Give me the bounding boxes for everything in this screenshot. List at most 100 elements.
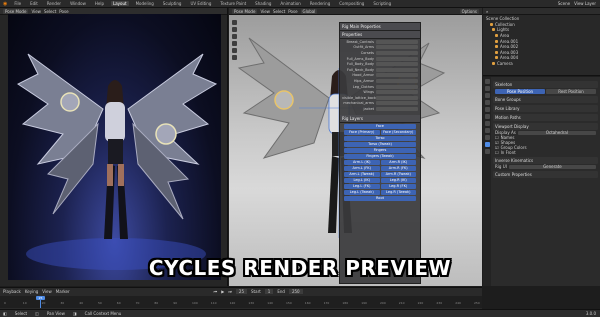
layer-face-button[interactable]: Face bbox=[344, 123, 416, 129]
prop-row[interactable]: Corsets bbox=[340, 50, 420, 56]
layer-leg-l-tweak-button[interactable]: Leg.L (Tweak) bbox=[344, 189, 380, 195]
section-custom-properties[interactable]: Custom Properties bbox=[493, 171, 598, 178]
layer-root-button[interactable]: Root bbox=[344, 195, 416, 201]
in-front-row[interactable]: ☐ In Front bbox=[493, 150, 598, 155]
scene-selector[interactable]: Scene bbox=[558, 1, 570, 6]
menu-file[interactable]: File bbox=[12, 1, 23, 6]
layer-leg-l-ik-button[interactable]: Leg.L (IK) bbox=[344, 177, 380, 183]
layer-leg-l-fk-button[interactable]: Leg.L (FK) bbox=[344, 183, 380, 189]
layer-face-secondary-button[interactable]: Face (Secondary) bbox=[380, 129, 416, 135]
start-frame-field[interactable]: 1 bbox=[264, 289, 274, 294]
prop-field[interactable] bbox=[376, 45, 418, 50]
bone-tab-icon[interactable] bbox=[484, 149, 490, 154]
layer-fingers-button[interactable]: Fingers bbox=[344, 147, 416, 153]
prop-field[interactable] bbox=[376, 101, 418, 106]
prop-row[interactable]: visible_lattice_back bbox=[340, 95, 420, 101]
rest-position-button[interactable]: Rest Position bbox=[546, 89, 596, 94]
world-tab-icon[interactable] bbox=[484, 114, 490, 119]
workspace-tab-uv[interactable]: UV Editing bbox=[188, 1, 213, 6]
armature-data-tab-icon[interactable] bbox=[484, 142, 490, 147]
layer-arm-l-fk-button[interactable]: Arm.L (FK) bbox=[344, 165, 380, 171]
prop-row[interactable]: Breast_Controls bbox=[340, 39, 420, 45]
outliner-item[interactable]: Camera bbox=[486, 61, 597, 67]
current-frame-field[interactable]: 25 bbox=[235, 289, 248, 294]
playhead-frame-label[interactable]: 25 bbox=[36, 296, 45, 300]
tool-tab-icon[interactable] bbox=[484, 79, 490, 84]
prop-field[interactable] bbox=[376, 62, 418, 67]
menu-edit[interactable]: Edit bbox=[28, 1, 40, 6]
left-menu-pose[interactable]: Pose bbox=[59, 9, 68, 14]
workspace-tab-animation[interactable]: Animation bbox=[278, 1, 302, 6]
scene-tab-icon[interactable] bbox=[484, 107, 490, 112]
rig-layers-header[interactable]: Rig Layers bbox=[340, 114, 420, 123]
layer-torso-tweak-button[interactable]: Torso (Tweak) bbox=[344, 141, 416, 147]
prop-field[interactable] bbox=[376, 106, 418, 111]
menu-window[interactable]: Window bbox=[68, 1, 88, 6]
layer-arm-r-fk-button[interactable]: Arm.R (FK) bbox=[380, 165, 416, 171]
timeline-menu-marker[interactable]: Marker bbox=[56, 289, 70, 294]
section-pose-library[interactable]: Pose Library bbox=[493, 105, 598, 112]
layer-arm-l-tweak-button[interactable]: Arm.L (Tweak) bbox=[344, 171, 380, 177]
workspace-tab-shading[interactable]: Shading bbox=[253, 1, 273, 6]
workspace-tab-sculpting[interactable]: Sculpting bbox=[161, 1, 184, 6]
display-as-dropdown[interactable]: Octahedral bbox=[517, 130, 596, 135]
layer-arm-l-ik-button[interactable]: Arm.L (IK) bbox=[344, 159, 380, 165]
layer-leg-r-ik-button[interactable]: Leg.R (IK) bbox=[380, 177, 416, 183]
constraint-tab-icon[interactable] bbox=[484, 135, 490, 140]
section-inverse-kinematics[interactable]: Inverse Kinematics bbox=[493, 157, 598, 164]
layer-arm-r-tweak-button[interactable]: Arm.R (Tweak) bbox=[380, 171, 416, 177]
timeline-menu-view[interactable]: View bbox=[42, 289, 52, 294]
prop-field[interactable] bbox=[376, 39, 418, 44]
layer-torso-button[interactable]: Torso bbox=[344, 135, 416, 141]
outliner-search-icon[interactable]: ⌕ bbox=[486, 9, 488, 14]
timeline-ruler[interactable]: 0 10 20 30 40 50 60 70 80 90 100 110 120 130 140 150 160… bbox=[0, 296, 482, 308]
rig-ui-field[interactable]: Generate bbox=[508, 164, 596, 169]
output-tab-icon[interactable] bbox=[484, 93, 490, 98]
section-bone-groups[interactable]: Bone Groups bbox=[493, 96, 598, 103]
view-layer-tab-icon[interactable] bbox=[484, 100, 490, 105]
prop-field[interactable] bbox=[376, 78, 418, 83]
prop-row[interactable]: Full_Arms_Body bbox=[340, 56, 420, 62]
prop-row[interactable]: jacket bbox=[340, 106, 420, 112]
timeline-menu-keying[interactable]: Keying bbox=[25, 289, 38, 294]
layer-leg-r-tweak-button[interactable]: Leg.R (Tweak) bbox=[380, 189, 416, 195]
left-mode-dropdown[interactable]: Pose Mode bbox=[3, 8, 29, 14]
in-front-checkbox-icon[interactable]: ☐ bbox=[495, 150, 499, 155]
prop-row[interactable]: Full_Neck_Body bbox=[340, 67, 420, 73]
properties-subheader[interactable]: Properties bbox=[340, 31, 420, 39]
object-tab-icon[interactable] bbox=[484, 121, 490, 126]
jump-end-icon[interactable]: ⏭ bbox=[228, 289, 232, 294]
prop-field[interactable] bbox=[376, 73, 418, 78]
timeline-menu-playback[interactable]: Playback bbox=[3, 289, 21, 294]
prop-row[interactable]: Leg_Clothes bbox=[340, 84, 420, 90]
menu-help[interactable]: Help bbox=[93, 1, 106, 6]
left-menu-select[interactable]: Select bbox=[44, 9, 56, 14]
section-skeleton[interactable]: Skeleton bbox=[493, 81, 598, 88]
workspace-tab-rendering[interactable]: Rendering bbox=[308, 1, 332, 6]
play-icon[interactable]: ▶ bbox=[221, 289, 224, 294]
workspace-tab-scripting[interactable]: Scripting bbox=[371, 1, 393, 6]
layer-face-primary-button[interactable]: Face (Primary) bbox=[344, 129, 380, 135]
prop-field[interactable] bbox=[376, 95, 418, 100]
section-viewport-display[interactable]: Viewport Display bbox=[493, 123, 598, 130]
render-tab-icon[interactable] bbox=[484, 86, 490, 91]
modifier-tab-icon[interactable] bbox=[484, 128, 490, 133]
layer-leg-r-fk-button[interactable]: Leg.R (FK) bbox=[380, 183, 416, 189]
section-motion-paths[interactable]: Motion Paths bbox=[493, 114, 598, 121]
prop-field[interactable] bbox=[376, 56, 418, 61]
workspace-tab-modeling[interactable]: Modeling bbox=[134, 1, 156, 6]
workspace-tab-layout[interactable]: Layout bbox=[110, 1, 129, 6]
prop-field[interactable] bbox=[376, 84, 418, 89]
menu-render[interactable]: Render bbox=[45, 1, 63, 6]
rig-main-properties-header[interactable]: Rig Main Properties bbox=[340, 23, 420, 31]
workspace-tab-texture[interactable]: Texture Paint bbox=[218, 1, 248, 6]
end-frame-field[interactable]: 250 bbox=[288, 289, 303, 294]
layer-arm-r-ik-button[interactable]: Arm.R (IK) bbox=[380, 159, 416, 165]
prop-row[interactable]: Hips_Armor bbox=[340, 78, 420, 84]
left-menu-view[interactable]: View bbox=[31, 9, 41, 14]
blender-logo-icon[interactable]: ◉ bbox=[3, 1, 7, 7]
prop-field[interactable] bbox=[376, 50, 418, 55]
prop-field[interactable] bbox=[376, 67, 418, 72]
layer-fingers-tweak-button[interactable]: Fingers (Tweak) bbox=[344, 153, 416, 159]
pose-position-button[interactable]: Pose Position bbox=[495, 89, 545, 94]
